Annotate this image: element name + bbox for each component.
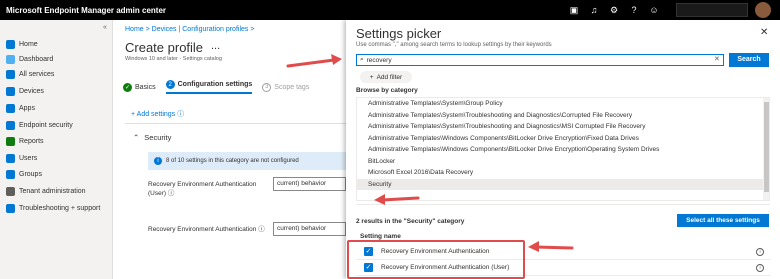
app-title[interactable]: Microsoft Endpoint Manager admin center [0,6,166,15]
info-icon: i [154,157,162,165]
category-item[interactable]: Administrative Templates\System\Troubles… [357,121,769,133]
category-item[interactable]: BitLocker [357,156,769,168]
setting-dropdown[interactable]: current) behavior [273,177,346,191]
search-input[interactable]: ⌕ recovery ✕ [356,54,724,66]
more-options-button[interactable]: ... [211,40,220,52]
browse-by-category-heading: Browse by category [356,87,418,94]
page-subtitle: Windows 10 and later - Settings catalog [125,56,222,62]
groups-icon [6,169,15,179]
info-icon[interactable]: i [756,247,764,256]
sidebar-item-reports[interactable]: Reports [6,134,44,148]
picker-title: Settings picker [356,26,442,41]
feedback-icon[interactable]: ☺ [648,4,660,16]
setting-name-column-header: Setting name [360,233,401,240]
sidebar: « Home Dashboard All services Devices Ap… [0,20,113,279]
search-button[interactable]: Search [729,53,769,67]
setting-label: Recovery Environment Authentication (Use… [148,181,257,197]
apps-icon [6,103,15,113]
setting-label: Recovery Environment Authentication ⓘ [148,226,265,233]
sidebar-item-all-services[interactable]: All services [6,67,54,81]
avatar[interactable] [755,2,771,18]
step-number: 2 [165,80,175,89]
category-item[interactable]: Administrative Templates\System\Group Po… [357,98,769,110]
sidebar-item-devices[interactable]: Devices [6,84,44,98]
step-configuration-settings[interactable]: 2 Configuration settings [165,80,253,94]
gear-icon[interactable]: ⚙ [608,4,620,16]
step-scope-tags[interactable]: 3 Scope tags [262,82,309,92]
wizard-steps: ✓ Basics 2 Configuration settings 3 Scope t… [123,80,309,94]
sidebar-item-users[interactable]: Users [6,151,37,165]
page-title: Create profile [125,40,204,55]
check-icon: ✓ [123,82,132,92]
help-icon[interactable]: ? [628,4,640,16]
category-scrollbar[interactable] [763,98,769,200]
category-list: Administrative Templates\System\Group Po… [356,97,770,201]
scrollbar-thumb[interactable] [764,102,769,192]
screen-icon[interactable]: ▣ [568,4,580,16]
picker-hint: Use commas "," among search terms to loo… [356,42,552,48]
step-basics[interactable]: ✓ Basics [123,82,156,92]
search-value: recovery [366,56,392,64]
setting-dropdown[interactable]: current) behavior [273,222,346,236]
breadcrumb[interactable]: Home > Devices | Configuration profiles … [125,26,254,33]
category-item[interactable]: Administrative Templates\Windows Compone… [357,144,769,156]
divider [125,123,346,124]
chevron-up-icon: ⌃ [133,133,140,142]
bell-icon[interactable]: ♫ [588,4,600,16]
security-section-toggle[interactable]: ⌃ Security [133,133,171,142]
wrench-icon [6,203,15,213]
clear-search-icon[interactable]: ✕ [714,55,720,63]
add-settings-link[interactable]: + Add settings ⓘ [131,109,184,119]
close-icon[interactable]: ✕ [760,27,768,38]
reports-icon [6,136,15,146]
category-item-selected[interactable]: Security [357,178,769,190]
category-item[interactable]: Microsoft Excel 2016\Data Recovery [357,167,769,179]
search-icon: ⌕ [360,56,364,63]
highlight-box [347,240,525,279]
shield-icon [6,120,15,130]
collapse-sidebar-button[interactable]: « [103,24,107,31]
sidebar-item-apps[interactable]: Apps [6,101,35,115]
top-bar: Microsoft Endpoint Manager admin center … [0,0,780,20]
dashboard-icon [6,54,15,64]
results-heading: 2 results in the "Security" category [356,218,465,225]
account-name[interactable] [676,3,748,17]
add-filter-button[interactable]: + Add filter [360,71,412,83]
category-item[interactable]: Administrative Templates\Windows Compone… [357,133,769,145]
sidebar-item-tenant-administration[interactable]: Tenant administration [6,184,86,198]
arrow-to-security-icon [374,194,420,205]
devices-icon [6,86,15,96]
home-icon [6,39,15,49]
step-number: 3 [262,82,272,92]
select-all-button[interactable]: Select all these settings [677,214,769,227]
sidebar-item-home[interactable]: Home [6,37,38,51]
sidebar-item-endpoint-security[interactable]: Endpoint security [6,118,73,132]
sidebar-item-groups[interactable]: Groups [6,167,42,181]
all-services-icon [6,69,15,79]
arrow-to-results-icon [528,241,574,252]
add-filter-icon: + [369,73,374,81]
sidebar-item-dashboard[interactable]: Dashboard [6,52,53,66]
users-icon [6,153,15,163]
category-item[interactable]: Administrative Templates\System\Troubles… [357,110,769,122]
arrow-to-search-icon [286,54,342,68]
info-bar: i8 of 10 settings in this category are n… [148,152,346,170]
tenant-icon [6,186,15,196]
sidebar-item-troubleshooting[interactable]: Troubleshooting + support [6,201,100,215]
info-icon[interactable]: i [756,263,764,272]
